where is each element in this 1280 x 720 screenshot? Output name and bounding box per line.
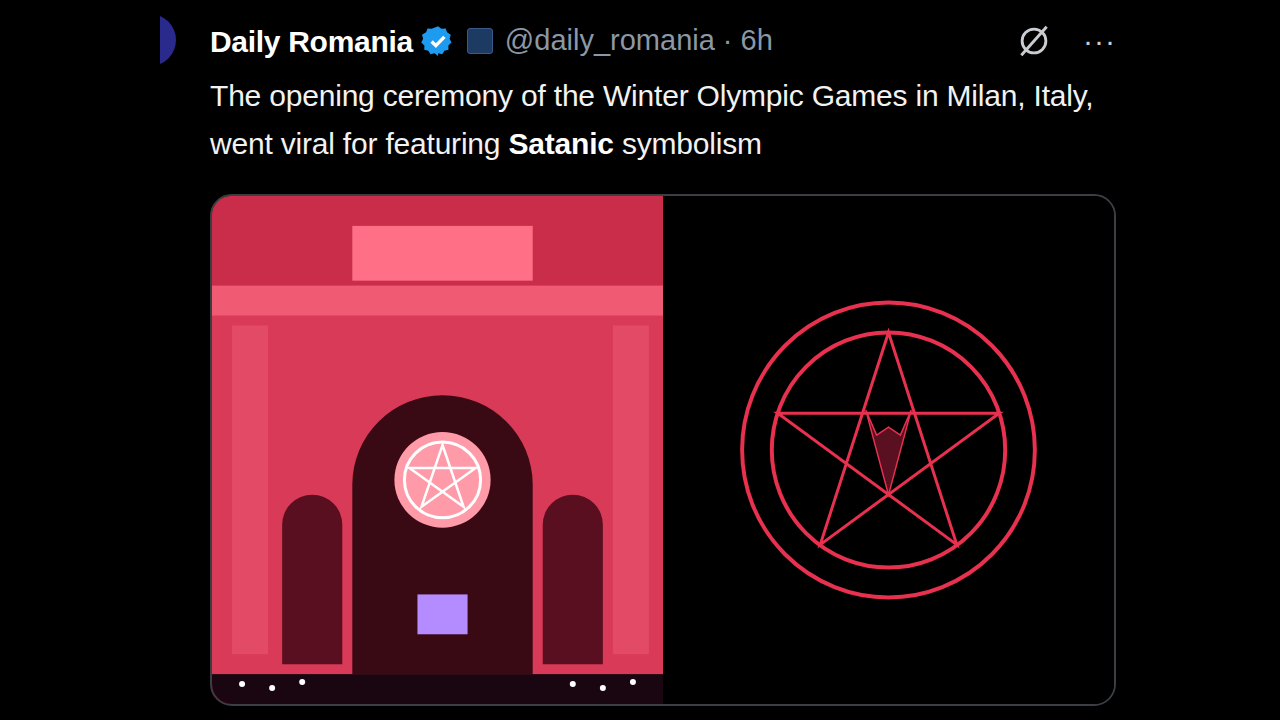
post-body: Daily Romania @daily_romania·6h ··· The ope… <box>176 0 1120 706</box>
post-text: The opening ceremony of the Winter Olymp… <box>210 72 1116 168</box>
affiliate-logo-icon[interactable] <box>467 28 493 54</box>
post-media <box>210 194 1116 706</box>
post-tools: ··· <box>1015 22 1116 60</box>
grok-icon[interactable] <box>1015 22 1053 60</box>
avatar-icon[interactable] <box>160 14 176 66</box>
more-button[interactable]: ··· <box>1083 26 1116 56</box>
video-frame[interactable] <box>212 196 663 704</box>
handle[interactable]: @daily_romania·6h <box>505 19 773 63</box>
post: Daily Romania @daily_romania·6h ··· The ope… <box>160 0 1120 706</box>
symbol-image[interactable] <box>663 196 1114 704</box>
verified-icon <box>421 24 455 58</box>
post-header: Daily Romania @daily_romania·6h ··· <box>210 0 1116 64</box>
author-name[interactable]: Daily Romania <box>210 19 413 64</box>
